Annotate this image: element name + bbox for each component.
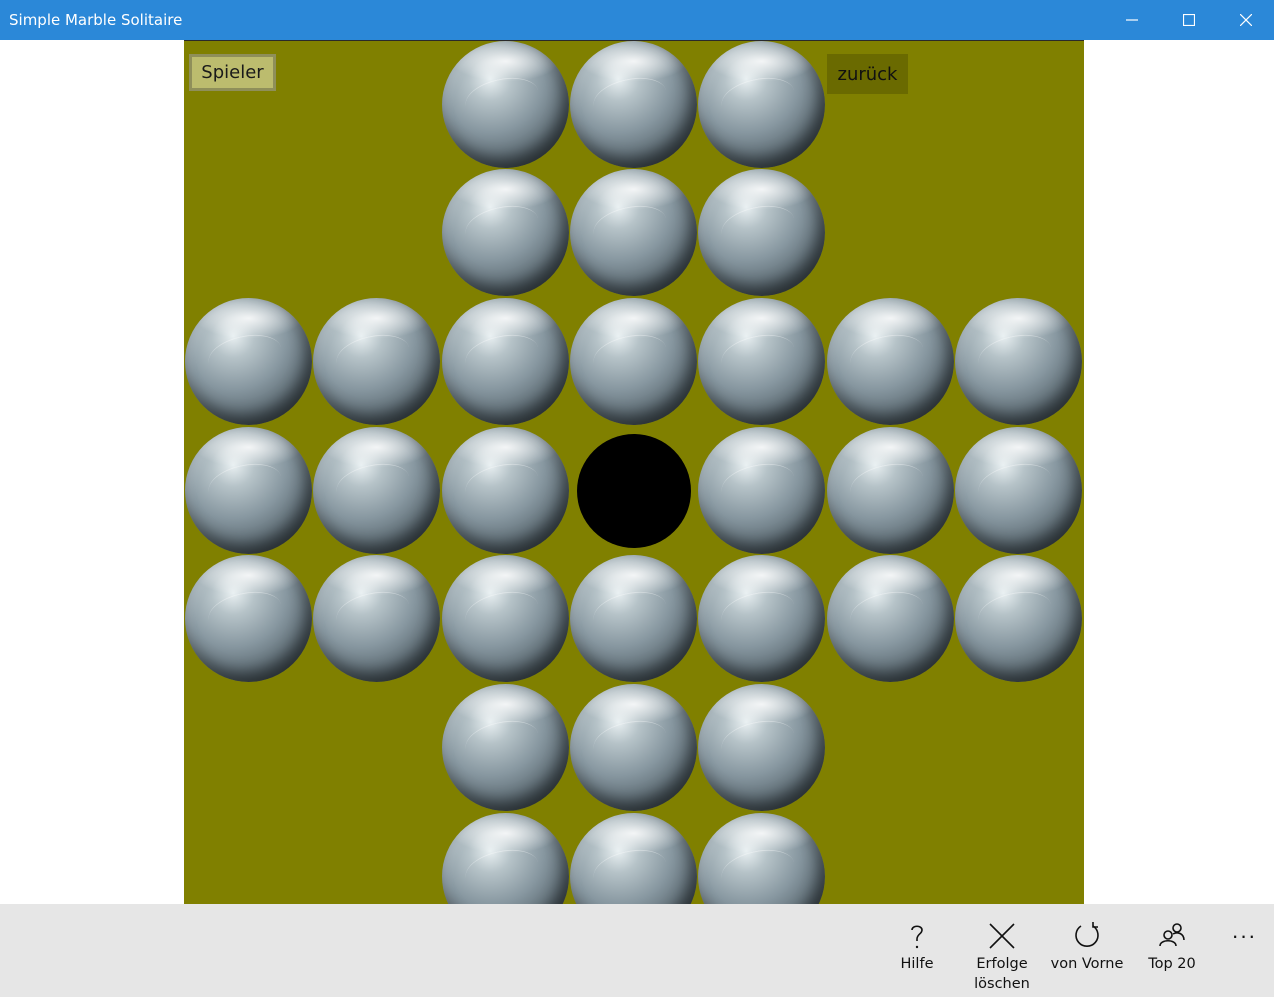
marble[interactable] <box>442 41 569 168</box>
people-icon <box>1156 920 1188 952</box>
title-bar: Simple Marble Solitaire <box>0 0 1274 40</box>
marble[interactable] <box>570 169 697 296</box>
reset-achievements-label: Erfolge löschen <box>974 956 1030 992</box>
marble[interactable] <box>570 41 697 168</box>
reset-achievements-button[interactable]: Erfolge löschen <box>960 904 1044 997</box>
close-icon <box>986 920 1018 952</box>
marble[interactable] <box>442 813 569 904</box>
marble[interactable] <box>442 427 569 554</box>
marble[interactable] <box>698 298 825 425</box>
app-bar: Hilfe Erfolge löschen von Vorne Top 20 <box>0 904 1274 997</box>
marble[interactable] <box>442 684 569 811</box>
restart-button[interactable]: von Vorne <box>1045 904 1129 997</box>
question-icon <box>901 920 933 952</box>
marble[interactable] <box>313 427 440 554</box>
marble[interactable] <box>955 555 1082 682</box>
more-options-button[interactable]: ··· <box>1222 916 1266 956</box>
marble[interactable] <box>442 555 569 682</box>
marble[interactable] <box>698 169 825 296</box>
marble[interactable] <box>185 555 312 682</box>
game-board: Spieler zurück <box>184 40 1084 904</box>
marble[interactable] <box>827 555 954 682</box>
window-title: Simple Marble Solitaire <box>9 11 183 29</box>
marble[interactable] <box>698 813 825 904</box>
marble[interactable] <box>698 684 825 811</box>
undo-button[interactable]: zurück <box>827 54 908 94</box>
marble[interactable] <box>185 427 312 554</box>
marble[interactable] <box>442 169 569 296</box>
close-window-button[interactable] <box>1217 0 1274 40</box>
refresh-icon <box>1071 920 1103 952</box>
marble[interactable] <box>570 555 697 682</box>
empty-hole[interactable] <box>577 434 691 548</box>
minimize-button[interactable] <box>1103 0 1160 40</box>
top20-label: Top 20 <box>1148 956 1196 972</box>
marble[interactable] <box>698 427 825 554</box>
marble[interactable] <box>313 298 440 425</box>
restart-label: von Vorne <box>1050 956 1124 972</box>
marble[interactable] <box>570 813 697 904</box>
marble[interactable] <box>955 298 1082 425</box>
minimize-icon <box>1125 19 1138 21</box>
marble[interactable] <box>570 684 697 811</box>
close-window-icon <box>1239 14 1252 26</box>
marble[interactable] <box>698 555 825 682</box>
marble[interactable] <box>570 298 697 425</box>
top20-button[interactable]: Top 20 <box>1130 904 1214 997</box>
marble[interactable] <box>698 41 825 168</box>
marble[interactable] <box>442 298 569 425</box>
marble[interactable] <box>827 298 954 425</box>
help-button[interactable]: Hilfe <box>875 904 959 997</box>
marble[interactable] <box>827 427 954 554</box>
maximize-icon <box>1182 14 1195 26</box>
marble[interactable] <box>955 427 1082 554</box>
marble[interactable] <box>185 298 312 425</box>
player-button[interactable]: Spieler <box>189 54 276 91</box>
marble[interactable] <box>313 555 440 682</box>
help-label: Hilfe <box>900 956 934 972</box>
maximize-button[interactable] <box>1160 0 1217 40</box>
